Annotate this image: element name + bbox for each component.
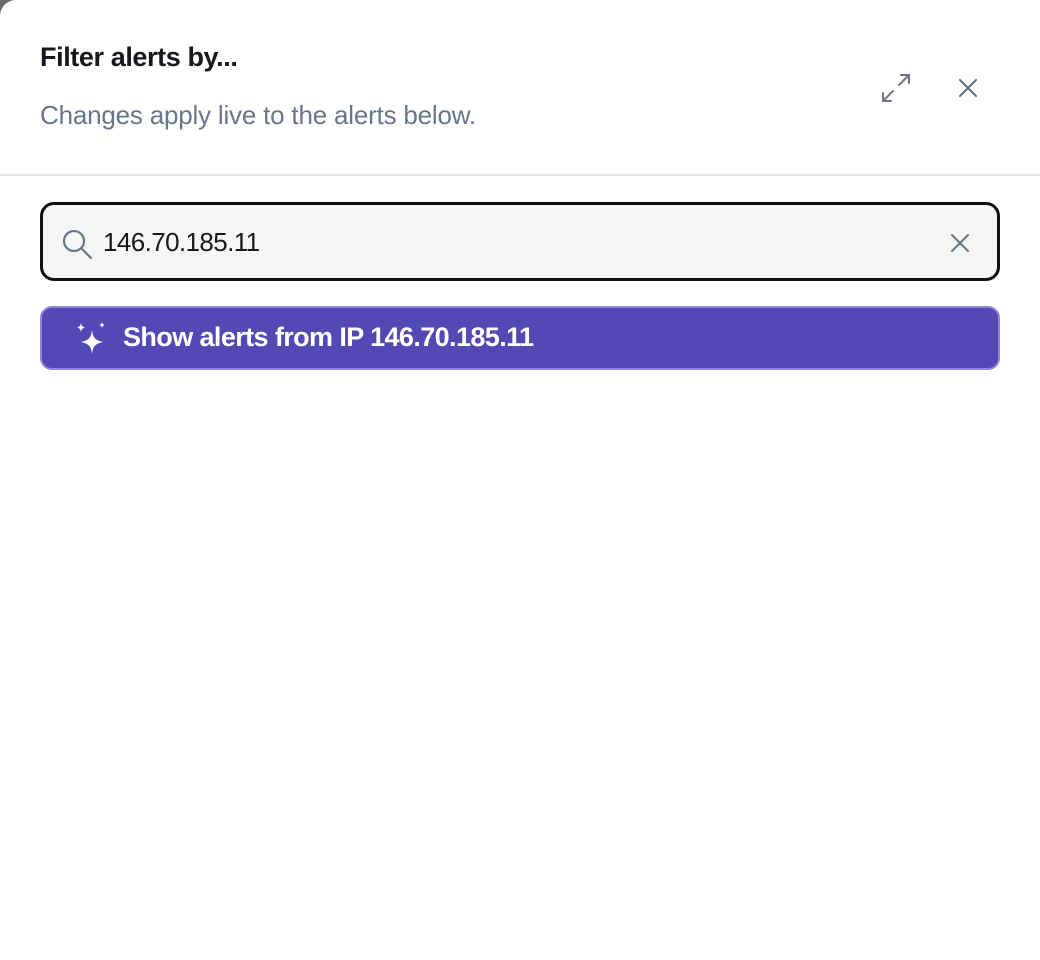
panel-subtitle: Changes apply live to the alerts below. — [40, 100, 476, 130]
clear-icon — [951, 234, 969, 252]
search-icon — [62, 229, 93, 260]
close-button[interactable] — [946, 66, 990, 110]
filter-panel: Filter alerts by... Changes apply live t… — [0, 0, 1040, 960]
show-alerts-label: Show alerts from IP 146.70.185.11 — [123, 322, 534, 352]
expand-icon — [882, 74, 910, 102]
search-input[interactable] — [103, 221, 923, 263]
panel-title: Filter alerts by... — [40, 42, 238, 72]
search-box[interactable] — [40, 202, 1000, 281]
show-alerts-from-ip-button[interactable]: Show alerts from IP 146.70.185.11 — [40, 306, 1000, 370]
expand-button[interactable] — [874, 66, 918, 110]
clear-search-button[interactable] — [941, 224, 979, 262]
sparkle-icon — [77, 322, 105, 354]
close-icon — [958, 78, 978, 98]
panel-header: Filter alerts by... Changes apply live t… — [0, 0, 1040, 176]
